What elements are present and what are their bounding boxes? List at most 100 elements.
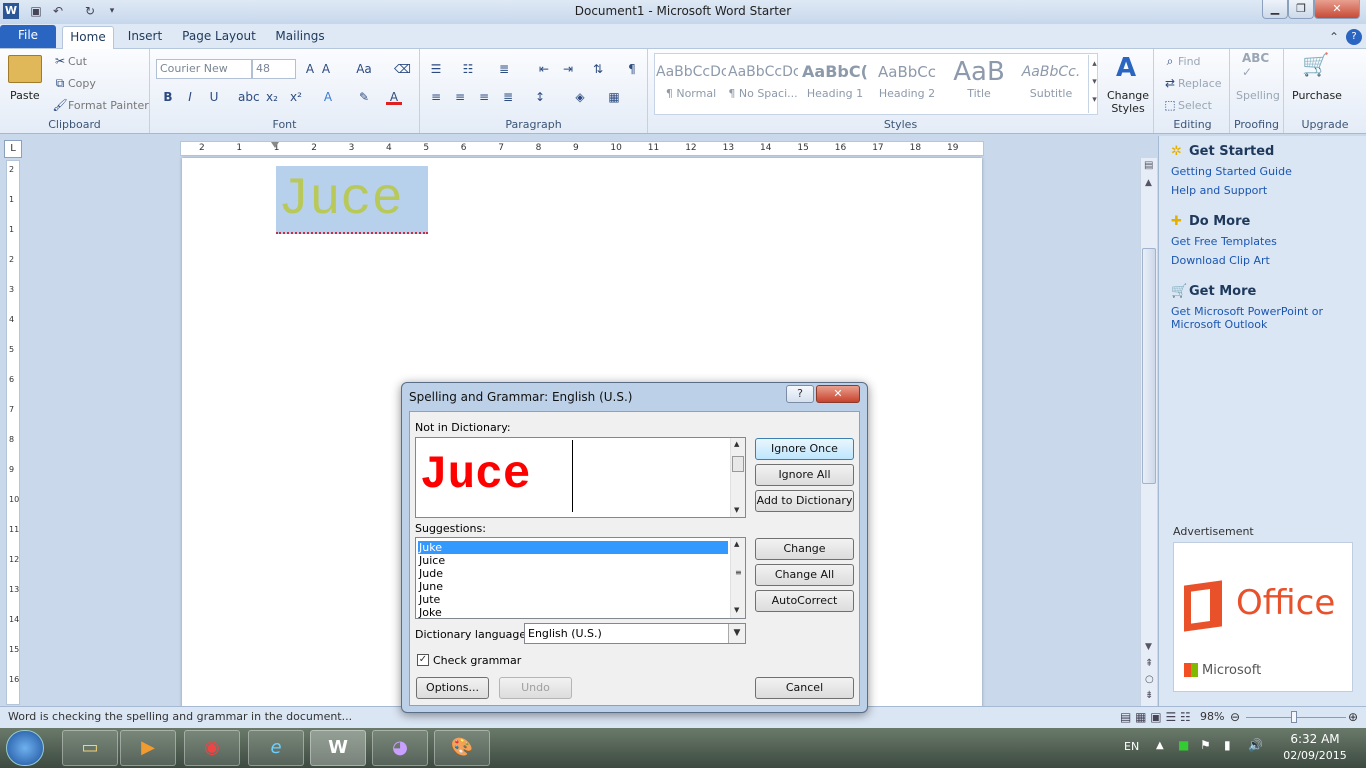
- find-button[interactable]: ⌕ Find: [1162, 53, 1201, 69]
- close-button[interactable]: ✕: [1314, 0, 1360, 19]
- minimize-button[interactable]: ▁: [1262, 0, 1288, 19]
- internet-explorer-taskbar-icon[interactable]: e: [248, 730, 304, 766]
- numbering-icon[interactable]: ☷: [460, 61, 476, 77]
- tray-app-icon[interactable]: ■: [1178, 738, 1189, 752]
- cancel-button[interactable]: Cancel: [755, 677, 854, 699]
- style-heading-1[interactable]: AaBbC(Heading 1: [800, 57, 870, 113]
- sort-icon[interactable]: ⇅: [590, 61, 606, 77]
- scroll-up-icon[interactable]: ▲: [1145, 178, 1152, 188]
- suggestions-list[interactable]: Juke Juice Jude June Jute Joke ▲ ≡ ▼: [415, 537, 746, 619]
- underline-icon[interactable]: U: [206, 89, 222, 105]
- change-all-button[interactable]: Change All: [755, 564, 854, 586]
- change-styles-icon[interactable]: A: [1116, 53, 1136, 83]
- shading-icon[interactable]: ◈: [572, 89, 588, 105]
- dialog-help-button[interactable]: ?: [786, 385, 814, 403]
- media-app-taskbar-icon[interactable]: ◕: [372, 730, 428, 766]
- spelling-button[interactable]: Spelling: [1236, 89, 1280, 102]
- grow-font-icon[interactable]: AA: [302, 61, 334, 77]
- justify-icon[interactable]: ≣: [500, 89, 516, 105]
- select-button[interactable]: ⬚ Select: [1162, 97, 1212, 113]
- align-left-icon[interactable]: ≡: [428, 89, 444, 105]
- get-free-templates-link[interactable]: Get Free Templates: [1171, 235, 1361, 248]
- subscript-icon[interactable]: x₂: [264, 89, 280, 105]
- previous-page-icon[interactable]: ⇞: [1145, 658, 1153, 669]
- vertical-scrollbar[interactable]: ▤ ▲ ▼ ⇞ ○ ⇟: [1140, 158, 1157, 706]
- help-and-support-link[interactable]: Help and Support: [1171, 184, 1361, 197]
- suggestion-item[interactable]: Juice: [418, 554, 728, 567]
- tab-home[interactable]: Home: [62, 26, 114, 49]
- style-subtitle[interactable]: AaBbCc. Subtitle: [1016, 57, 1086, 113]
- style-normal[interactable]: AaBbCcDc ¶ Normal: [656, 57, 726, 113]
- tab-file[interactable]: File: [0, 25, 56, 48]
- decrease-indent-icon[interactable]: ⇤: [536, 61, 552, 77]
- next-page-icon[interactable]: ⇟: [1145, 690, 1153, 701]
- not-in-dictionary-scrollbar[interactable]: ▲ ▼: [730, 438, 745, 517]
- line-spacing-icon[interactable]: ↕: [532, 89, 548, 105]
- change-styles-button[interactable]: Change Styles: [1106, 89, 1150, 115]
- vertical-ruler[interactable]: 2 1 1 2 3 4 5 6 7 8 9 10 11 12 13 14 15 16: [6, 160, 20, 705]
- font-name-combo[interactable]: Courier New: [156, 59, 252, 79]
- suggestion-item[interactable]: Jude: [418, 567, 728, 580]
- format-painter-button[interactable]: 🖌Format Painter: [52, 97, 148, 113]
- strikethrough-icon[interactable]: abc: [238, 89, 260, 105]
- dropdown-arrow-icon[interactable]: ▼: [728, 624, 745, 643]
- zoom-level[interactable]: 98%: [1200, 707, 1224, 727]
- tab-insert[interactable]: Insert: [120, 26, 170, 49]
- zoom-in-icon[interactable]: ⊕: [1348, 707, 1358, 727]
- tab-page-layout[interactable]: Page Layout: [178, 26, 260, 49]
- align-right-icon[interactable]: ≡: [476, 89, 492, 105]
- show-marks-icon[interactable]: ¶: [624, 61, 640, 77]
- font-color-icon[interactable]: A: [386, 89, 402, 105]
- text-effects-icon[interactable]: A: [320, 89, 336, 105]
- ignore-all-button[interactable]: Ignore All: [755, 464, 854, 486]
- first-line-indent-marker[interactable]: [271, 142, 279, 156]
- browse-object-icon[interactable]: ○: [1145, 674, 1154, 685]
- get-powerpoint-outlook-link[interactable]: Get Microsoft PowerPoint or Microsoft Ou…: [1171, 305, 1361, 331]
- bold-icon[interactable]: B: [160, 89, 176, 105]
- multilevel-list-icon[interactable]: ≣: [496, 61, 512, 77]
- undo-button[interactable]: Undo: [499, 677, 572, 699]
- volume-icon[interactable]: 🔊: [1248, 738, 1263, 752]
- options-button[interactable]: Options...: [416, 677, 489, 699]
- horizontal-ruler[interactable]: 2 1 1 2 3 4 5 6 7 8 9 10 11 12 13 14 15 16 17 18 19: [180, 141, 984, 156]
- spelling-icon[interactable]: ABC ✓: [1242, 51, 1269, 79]
- scroll-down-icon[interactable]: ▼: [1145, 642, 1152, 652]
- network-icon[interactable]: ▮: [1224, 738, 1231, 752]
- bullets-icon[interactable]: ☰: [428, 61, 444, 77]
- not-in-dictionary-box[interactable]: Juce ▲ ▼: [415, 437, 746, 518]
- word-taskbar-icon[interactable]: W: [310, 730, 366, 766]
- scrollbar-thumb[interactable]: [1142, 248, 1156, 484]
- suggestions-scrollbar[interactable]: ▲ ≡ ▼: [730, 538, 745, 618]
- show-hidden-icons-icon[interactable]: ▲: [1156, 740, 1164, 751]
- scroll-up-icon[interactable]: ▲: [734, 440, 739, 448]
- suggestion-item[interactable]: Joke: [418, 606, 728, 619]
- document-text-selected[interactable]: Juce: [276, 166, 428, 234]
- clock-time[interactable]: 6:32 AM: [1282, 732, 1348, 746]
- getting-started-guide-link[interactable]: Getting Started Guide: [1171, 165, 1361, 178]
- style-heading-2[interactable]: AaBbCc Heading 2: [872, 57, 942, 113]
- ribbon-collapse-icon[interactable]: ⌃: [1326, 29, 1342, 45]
- font-size-combo[interactable]: 48: [252, 59, 296, 79]
- scroll-thumb[interactable]: [732, 456, 744, 472]
- add-to-dictionary-button[interactable]: Add to Dictionary: [755, 490, 854, 512]
- check-grammar-checkbox[interactable]: ✓: [417, 654, 429, 666]
- style-no-spacing[interactable]: AaBbCcDc ¶ No Spaci...: [728, 57, 798, 113]
- style-title[interactable]: AaB Title: [944, 57, 1014, 113]
- zoom-slider-thumb[interactable]: [1291, 711, 1297, 723]
- cut-button[interactable]: ✂ Cut: [52, 53, 87, 69]
- scroll-up-icon[interactable]: ▲: [734, 540, 739, 548]
- tab-selector-icon[interactable]: L: [4, 140, 22, 158]
- highlight-icon[interactable]: ✎: [356, 89, 372, 105]
- tab-mailings[interactable]: Mailings: [268, 26, 332, 49]
- start-button[interactable]: [6, 730, 44, 766]
- italic-icon[interactable]: I: [182, 89, 198, 105]
- suggestion-item[interactable]: Jute: [418, 593, 728, 606]
- ruler-toggle-icon[interactable]: ▤: [1144, 160, 1153, 171]
- chrome-taskbar-icon[interactable]: ◉: [184, 730, 240, 766]
- explorer-taskbar-icon[interactable]: ▭: [62, 730, 118, 766]
- download-clip-art-link[interactable]: Download Clip Art: [1171, 254, 1361, 267]
- clear-formatting-icon[interactable]: ⌫: [394, 61, 411, 77]
- align-center-icon[interactable]: ≡: [452, 89, 468, 105]
- change-button[interactable]: Change: [755, 538, 854, 560]
- ignore-once-button[interactable]: Ignore Once: [755, 438, 854, 460]
